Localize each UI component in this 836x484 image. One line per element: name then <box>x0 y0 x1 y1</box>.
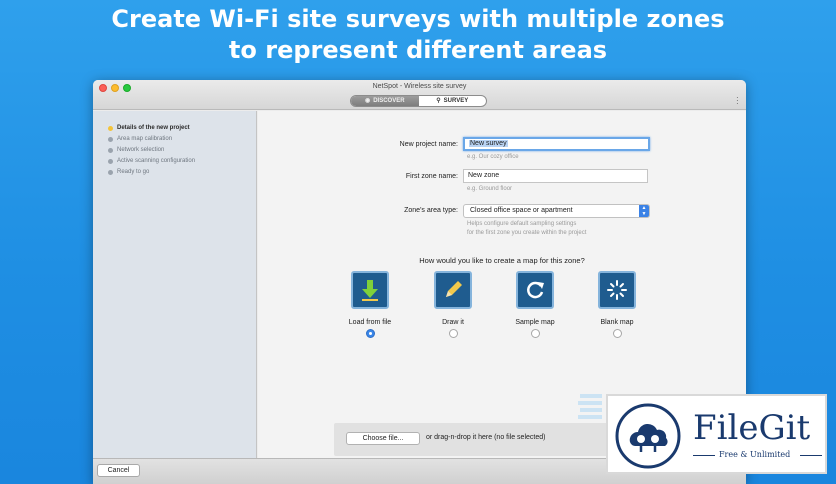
tagline-rule-right <box>800 455 822 456</box>
zone-name-value: New zone <box>468 172 500 179</box>
sample-map-radio[interactable] <box>530 329 540 338</box>
step-label: Active scanning configuration <box>117 158 196 164</box>
project-name-value: New survey <box>469 140 508 147</box>
zone-name-input[interactable]: New zone <box>463 169 648 183</box>
step-item: Active scanning configuration <box>108 158 195 164</box>
option-label: Blank map <box>600 319 634 326</box>
step-item: Ready to go <box>108 169 149 175</box>
step-status-icon <box>108 125 113 131</box>
area-type-hint: Helps configure default sampling setting… <box>467 220 586 238</box>
step-label: Network selection <box>117 147 165 153</box>
drop-instructions: or drag-n-drop it here (no file selected… <box>426 434 546 441</box>
filegit-name: FileGit <box>693 408 811 448</box>
option-label: Sample map <box>515 319 555 326</box>
step-status-icon <box>108 158 113 164</box>
area-type-value: Closed office space or apartment <box>470 207 573 214</box>
survey-label: SURVEY <box>443 98 469 104</box>
tagline-rule-left <box>693 455 715 456</box>
map-option-blank-map[interactable]: Blank map <box>582 271 652 338</box>
more-menu-icon[interactable]: · · · <box>736 94 739 108</box>
filegit-tagline: Free & Unlimited <box>719 450 791 459</box>
step-label: Area map calibration <box>117 136 173 142</box>
area-type-hint-line-1: Helps configure default sampling setting… <box>467 221 577 227</box>
blank-map-radio[interactable] <box>612 329 622 338</box>
radar-icon: ◉ <box>364 98 371 104</box>
area-type-label: Zone's area type: <box>404 207 458 214</box>
cancel-button[interactable]: Cancel <box>97 464 140 477</box>
pencil-icon <box>434 271 472 309</box>
location-pin-icon: ⚲ <box>436 98 441 104</box>
spinner-icon <box>598 271 636 309</box>
project-name-placeholder-hint: e.g. Our cozy office <box>467 154 519 160</box>
wizard-steps-sidebar: Details of the new project Area map cali… <box>93 111 257 458</box>
title-bar: NetSpot - Wireless site survey ◉ DISCOVE… <box>93 80 746 110</box>
option-label: Load from file <box>348 319 392 326</box>
map-method-question: How would you like to create a map for t… <box>419 256 585 265</box>
step-item: Area map calibration <box>108 136 172 142</box>
chevron-updown-icon: ▲ ▼ <box>639 205 649 217</box>
step-item: Network selection <box>108 147 164 153</box>
map-option-draw-it[interactable]: Draw it <box>418 271 488 338</box>
mode-switch: ◉ DISCOVER ⚲ SURVEY <box>350 95 487 107</box>
zone-name-placeholder-hint: e.g. Ground floor <box>467 186 513 192</box>
step-status-icon <box>108 136 113 142</box>
download-arrow-icon <box>351 271 389 309</box>
filegit-logo-icon <box>615 403 681 469</box>
load-from-file-radio[interactable] <box>365 329 375 338</box>
filegit-watermark: FileGit Free & Unlimited <box>606 394 827 474</box>
step-item: Details of the new project <box>108 125 190 131</box>
step-label: Ready to go <box>117 169 150 175</box>
headline-line-1: Create Wi-Fi site surveys with multiple … <box>111 5 725 33</box>
area-type-select[interactable]: Closed office space or apartment ▲ ▼ <box>463 204 650 218</box>
choose-file-button[interactable]: Choose file... <box>346 432 420 445</box>
promo-headline: Create Wi-Fi site surveys with multiple … <box>0 4 836 66</box>
headline-line-2: to represent different areas <box>228 36 608 64</box>
map-option-load-from-file[interactable]: Load from file <box>335 271 405 338</box>
refresh-icon <box>516 271 554 309</box>
stripes-decoration-icon <box>578 394 602 419</box>
option-label: Draw it <box>442 319 464 326</box>
project-name-input[interactable]: New survey <box>463 137 650 151</box>
discover-label: DISCOVER <box>373 98 405 104</box>
zone-name-label: First zone name: <box>405 173 458 180</box>
area-type-hint-line-2: for the first zone you create within the… <box>467 230 587 236</box>
survey-mode-button[interactable]: ⚲ SURVEY <box>419 96 487 106</box>
step-label: Details of the new project <box>117 125 190 131</box>
project-name-label: New project name: <box>399 141 458 148</box>
map-option-sample-map[interactable]: Sample map <box>500 271 570 338</box>
step-status-icon <box>108 147 113 153</box>
draw-it-radio[interactable] <box>448 329 458 338</box>
step-status-icon <box>108 169 113 175</box>
discover-mode-button[interactable]: ◉ DISCOVER <box>351 96 419 106</box>
window-title: NetSpot - Wireless site survey <box>372 83 467 90</box>
